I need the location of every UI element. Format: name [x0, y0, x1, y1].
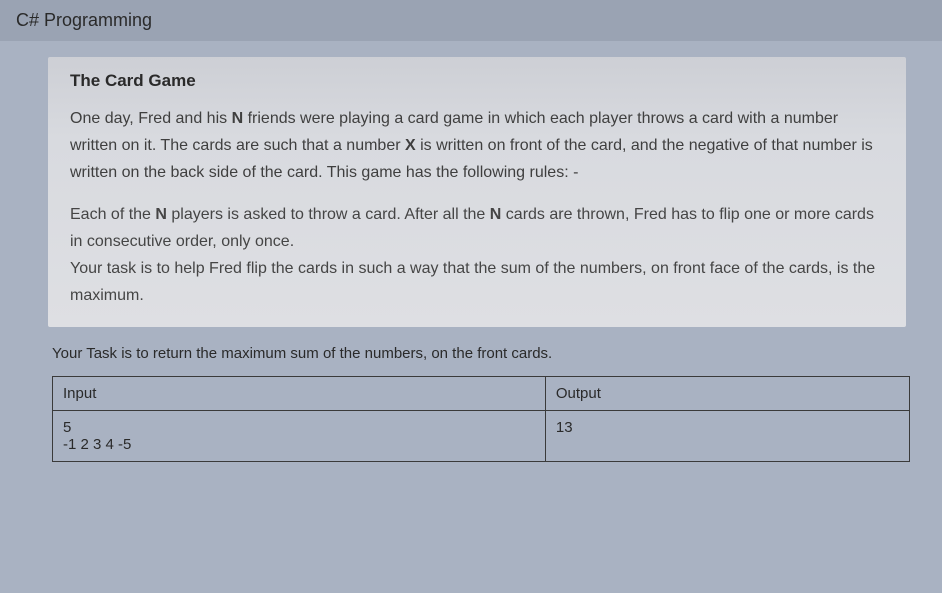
problem-statement: The Card Game One day, Fred and his N fr…	[48, 57, 906, 327]
text-fragment: One day, Fred and his	[70, 110, 232, 127]
io-table: Input Output 5 -1 2 3 4 -5 13	[52, 376, 910, 462]
output-line: 13	[556, 419, 899, 436]
bold-text: X	[405, 137, 416, 154]
input-line: 5	[63, 419, 535, 436]
bold-text: N	[232, 110, 244, 127]
bold-text: N	[490, 206, 502, 223]
input-cell: 5 -1 2 3 4 -5	[53, 411, 546, 462]
table-header-output: Output	[545, 377, 909, 411]
text-fragment: Each of the	[70, 206, 155, 223]
content-area: The Card Game One day, Fred and his N fr…	[0, 41, 942, 478]
problem-paragraph-1: One day, Fred and his N friends were pla…	[70, 105, 884, 187]
header-title: C# Programming	[16, 10, 152, 30]
text-fragment: players is asked to throw a card. After …	[167, 206, 490, 223]
output-cell: 13	[545, 411, 909, 462]
bold-text: N	[155, 206, 167, 223]
input-line: -1 2 3 4 -5	[63, 436, 535, 453]
problem-paragraph-2: Each of the N players is asked to throw …	[70, 201, 884, 310]
table-row: 5 -1 2 3 4 -5 13	[53, 411, 910, 462]
task-instruction: Your Task is to return the maximum sum o…	[48, 345, 906, 376]
table-header-input: Input	[53, 377, 546, 411]
page-header: C# Programming	[0, 0, 942, 41]
problem-title: The Card Game	[70, 71, 884, 91]
